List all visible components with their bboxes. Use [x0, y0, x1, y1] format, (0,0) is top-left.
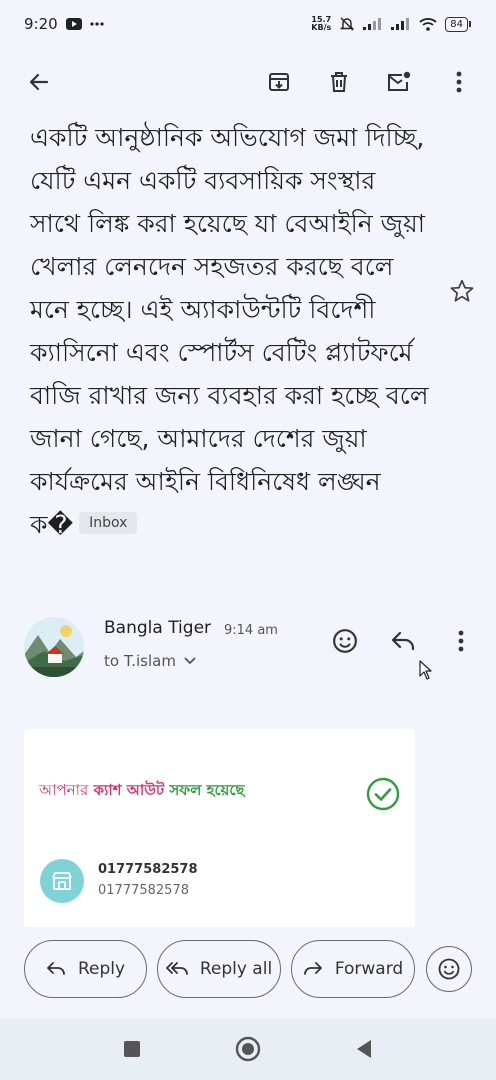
wifi-icon [419, 17, 437, 31]
back-button[interactable] [22, 65, 56, 99]
cash-out-title-part2: ক্যাশ আউট [93, 781, 165, 799]
email-body-card: আপনার ক্যাশ আউট সফল হয়েছে 01777582578 0… [24, 729, 415, 927]
trash-icon [331, 72, 347, 92]
recipient-text: to T.islam [104, 652, 176, 670]
reply-icon-button[interactable] [386, 624, 420, 658]
battery-indicator: 84 [445, 16, 471, 32]
forward-button[interactable]: Forward [291, 940, 415, 998]
home-button[interactable] [231, 1032, 265, 1066]
add-reaction-button[interactable] [328, 624, 362, 658]
status-bar: 9:20 15.7 KB/s 84 [0, 0, 496, 48]
emoji-icon [438, 958, 460, 980]
star-button[interactable] [445, 274, 479, 308]
signal-1-icon [363, 18, 383, 30]
reaction-button[interactable] [426, 946, 472, 992]
forward-label: Forward [334, 959, 404, 979]
emoji-icon [333, 629, 357, 653]
sender-actions [328, 624, 478, 658]
mouse-cursor-icon [419, 660, 433, 684]
email-content: একটি আনুষ্ঠানিক অভিযোগ জমা দিচ্ছি, যেটি … [0, 112, 496, 927]
received-time: 9:14 am [224, 623, 278, 638]
more-vert-icon [458, 630, 464, 652]
more-options-button[interactable] [442, 65, 476, 99]
recents-square-icon [124, 1041, 140, 1057]
recipient-toggle[interactable]: to T.islam [104, 652, 196, 670]
system-nav-bar [0, 1018, 496, 1080]
cash-out-title: আপনার ক্যাশ আউট সফল হয়েছে [39, 779, 245, 804]
merchant-number-secondary: 01777582578 [98, 883, 189, 898]
signal-2-icon [391, 18, 411, 30]
mark-unread-button[interactable] [382, 65, 416, 99]
network-speed: 15.7 KB/s [311, 16, 331, 32]
success-check-icon [366, 777, 400, 815]
reply-icon [47, 962, 65, 975]
reply-button[interactable]: Reply [24, 940, 147, 998]
mute-icon [339, 16, 355, 32]
more-vert-icon [456, 71, 462, 93]
clock: 9:20 [24, 15, 58, 33]
archive-icon [269, 73, 289, 91]
landscape-avatar-image [24, 617, 84, 677]
back-nav-button[interactable] [347, 1032, 381, 1066]
mark-unread-icon [388, 71, 411, 91]
email-subject-text: একটি আনুষ্ঠানিক অভিযোগ জমা দিচ্ছি, যেটি … [30, 123, 429, 539]
status-right: 15.7 KB/s 84 [311, 16, 471, 32]
reply-all-button[interactable]: Reply all [157, 940, 281, 998]
delete-button[interactable] [322, 65, 356, 99]
app-bar [0, 52, 496, 112]
home-circle-icon [235, 1036, 261, 1062]
reply-all-label: Reply all [199, 959, 273, 979]
sender-avatar[interactable] [24, 617, 84, 677]
youtube-icon [65, 18, 82, 30]
reply-all-icon [165, 962, 188, 975]
star-icon [450, 279, 474, 302]
sender-name: Bangla Tiger [104, 618, 212, 638]
back-arrow-icon [29, 73, 49, 91]
reply-icon [391, 631, 415, 651]
reply-bar: Reply Reply all Forward [0, 930, 496, 1010]
network-speed-unit: KB/s [311, 23, 332, 32]
merchant-store-icon [40, 859, 84, 903]
recents-button[interactable] [115, 1032, 149, 1066]
chevron-down-icon [184, 657, 196, 665]
email-subject: একটি আনুষ্ঠানিক অভিযোগ জমা দিচ্ছি, যেটি … [30, 116, 430, 546]
inbox-label-chip[interactable]: Inbox [79, 512, 138, 534]
more-notifications-icon [90, 22, 104, 26]
merchant-number: 01777582578 [98, 862, 198, 877]
cash-out-title-part3: সফল হয়েছে [169, 781, 245, 799]
forward-icon [303, 962, 322, 975]
message-more-button[interactable] [444, 624, 478, 658]
cash-out-title-part1: আপনার [39, 781, 89, 799]
back-triangle-icon [357, 1040, 371, 1058]
reply-label: Reply [77, 959, 126, 979]
app-actions [262, 65, 476, 99]
status-left: 9:20 [24, 15, 104, 33]
archive-button[interactable] [262, 65, 296, 99]
